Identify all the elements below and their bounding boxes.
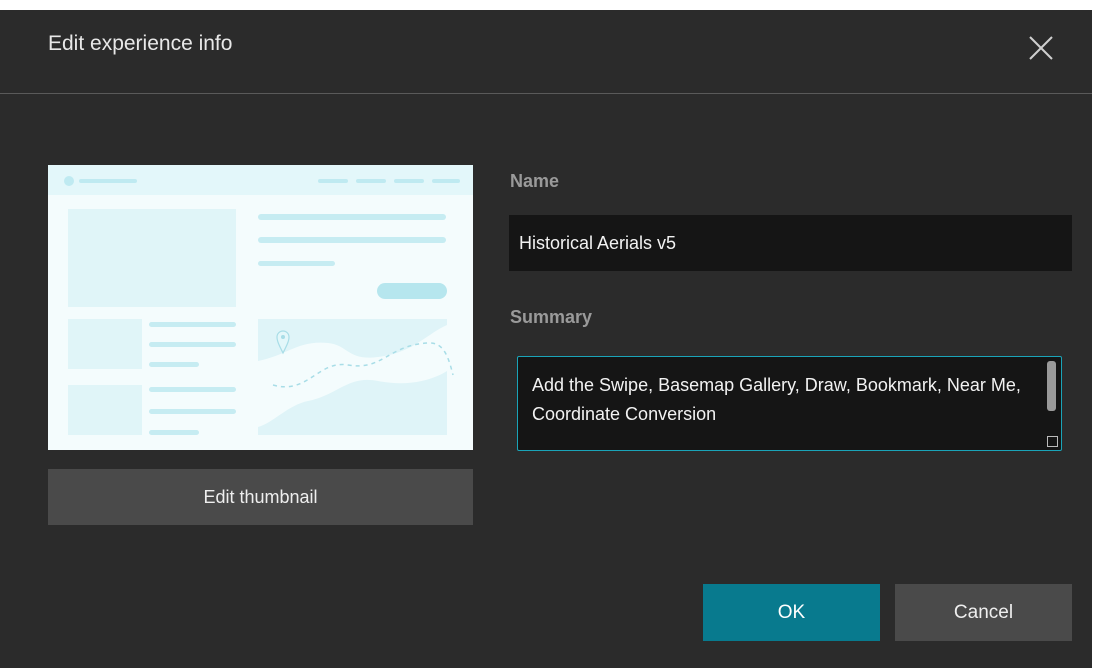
summary-scrollbar[interactable] (1047, 361, 1056, 411)
close-icon (1029, 36, 1053, 60)
experience-thumbnail (48, 165, 473, 450)
edit-experience-dialog: Edit experience info Edit thumbnail Name… (0, 10, 1092, 668)
dialog-title: Edit experience info (48, 32, 233, 55)
summary-label: Summary (510, 307, 593, 327)
close-button[interactable] (1025, 32, 1057, 64)
dialog-header: Edit experience info (0, 10, 1092, 94)
edit-thumbnail-button[interactable]: Edit thumbnail (48, 469, 473, 525)
name-label: Name (510, 171, 560, 191)
resize-handle-icon[interactable] (1047, 436, 1058, 447)
summary-text: Add the Swipe, Basemap Gallery, Draw, Bo… (532, 375, 1021, 424)
name-input[interactable]: Historical Aerials v5 (509, 215, 1072, 271)
summary-textarea[interactable]: Add the Swipe, Basemap Gallery, Draw, Bo… (517, 356, 1062, 451)
ok-button[interactable]: OK (703, 584, 880, 641)
cancel-button[interactable]: Cancel (895, 584, 1072, 641)
